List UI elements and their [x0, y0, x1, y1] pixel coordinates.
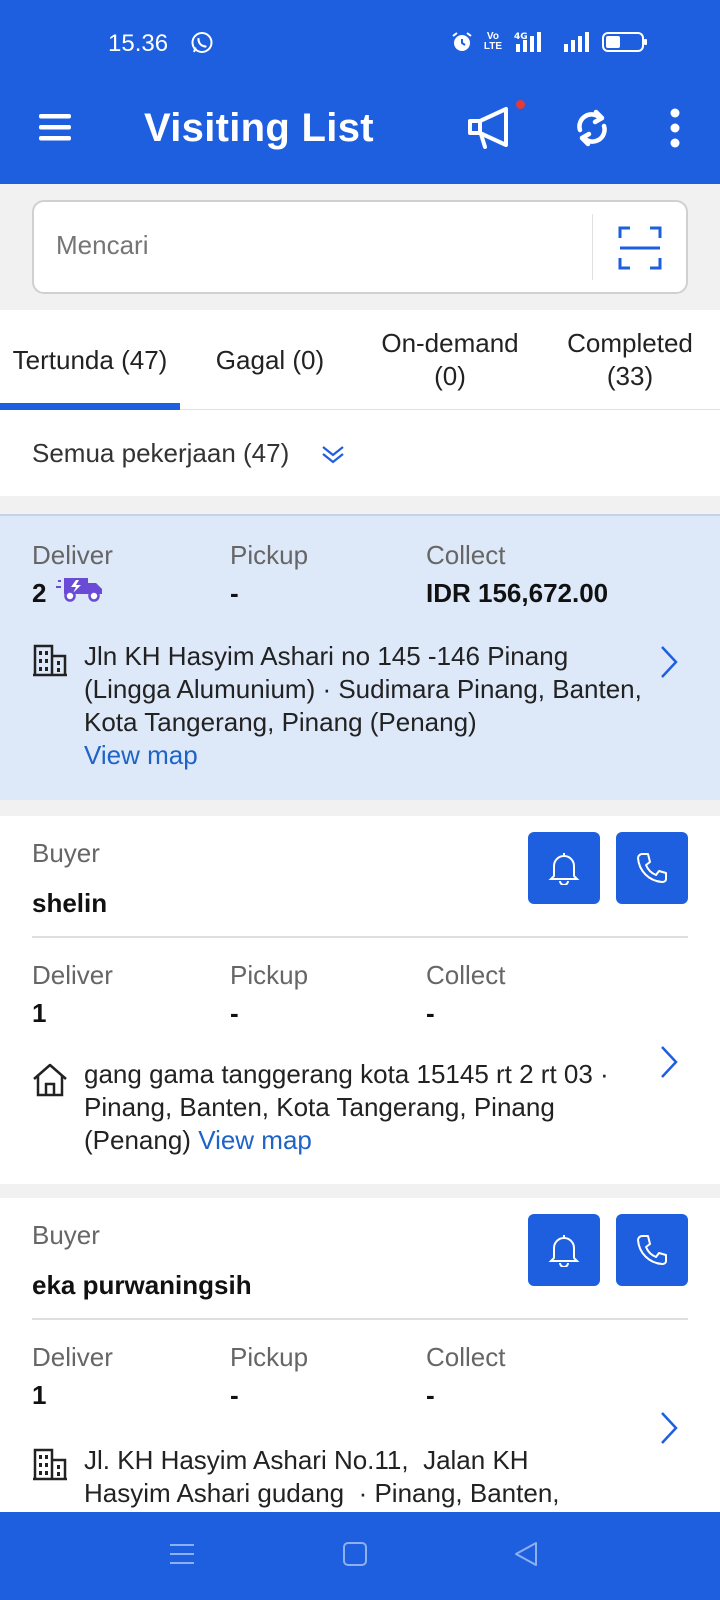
collect-amount: IDR 156,672.00: [426, 578, 609, 608]
more-options-icon[interactable]: [664, 108, 686, 148]
hamburger-menu-icon[interactable]: [38, 110, 72, 144]
whatsapp-icon: [191, 32, 213, 53]
alarm-icon: [452, 32, 472, 51]
pickup-count: -: [230, 998, 239, 1028]
signal-icon: [564, 32, 589, 52]
megaphone-icon[interactable]: [466, 104, 518, 152]
tab-tertunda[interactable]: Tertunda (47): [0, 310, 180, 410]
bell-icon: [548, 1235, 580, 1267]
call-button[interactable]: [616, 832, 688, 904]
collect-label: Collect: [426, 1342, 506, 1372]
building-icon: [33, 644, 67, 677]
buyer-name: eka purwaningsih: [32, 1270, 252, 1300]
pickup-label: Pickup: [230, 540, 309, 570]
status-time: 15.36: [108, 30, 169, 57]
tab-label-line1: On-demand: [381, 328, 519, 358]
home-icon: [33, 1063, 67, 1097]
deliver-label: Deliver: [32, 1342, 113, 1372]
address-value: gang gama tanggerang kota 15145 rt 2 rt …: [84, 1059, 609, 1155]
battery-icon: [602, 32, 647, 52]
sync-icon[interactable]: [572, 108, 612, 148]
signal-4g-icon: 4G: [514, 32, 541, 52]
collect-label: Collect: [426, 540, 506, 570]
volte-indicator: Vo LTE: [483, 31, 502, 52]
pickup-count: -: [230, 578, 239, 608]
tab-label-line1: Completed: [567, 328, 693, 358]
address-text: Jl. KH Hasyim Ashari No.11, Jalan KH Has…: [84, 1444, 644, 1510]
bell-icon: [548, 853, 580, 885]
notify-button[interactable]: [528, 1214, 600, 1286]
tab-bar: Tertunda (47) Gagal (0) On-demand (0) Co…: [0, 310, 720, 410]
tab-label: On-demand (0): [381, 327, 518, 393]
search-divider: [592, 214, 593, 280]
search-box: [32, 200, 688, 294]
collect-amount: -: [426, 1380, 435, 1410]
visit-card[interactable]: Buyer shelin Deliver Pickup Collect 1 - …: [0, 816, 720, 1184]
tab-label: Gagal (0): [215, 344, 325, 375]
home-nav-icon[interactable]: [342, 1540, 368, 1568]
building-icon: [33, 1448, 67, 1481]
system-navigation-bar: [0, 1512, 720, 1600]
back-icon[interactable]: [512, 1540, 540, 1568]
address-line: Jl. KH Hasyim Ashari No.11, Jalan KH: [84, 1445, 529, 1475]
pickup-label: Pickup: [230, 960, 309, 990]
filter-label: Semua pekerjaan (47): [32, 438, 290, 468]
scan-icon[interactable]: [618, 226, 662, 270]
active-tab-indicator: [0, 403, 180, 410]
phone-icon: [637, 853, 667, 883]
deliver-label: Deliver: [32, 540, 113, 570]
collect-label: Collect: [426, 960, 506, 990]
deliver-count: 1: [32, 1380, 47, 1410]
buyer-label: Buyer: [32, 838, 100, 868]
phone-icon: [637, 1235, 667, 1265]
tab-label: Completed (33): [567, 327, 693, 393]
pickup-label: Pickup: [230, 1342, 309, 1372]
tab-on-demand[interactable]: On-demand (0): [360, 310, 540, 410]
deliver-count: 1: [32, 998, 47, 1028]
chevron-right-icon[interactable]: [658, 644, 680, 680]
search-input[interactable]: [56, 230, 556, 261]
collect-amount: -: [426, 998, 435, 1028]
view-map-link[interactable]: View map: [84, 740, 198, 770]
tab-gagal[interactable]: Gagal (0): [180, 310, 360, 410]
pickup-count: -: [230, 1380, 239, 1410]
recent-apps-icon[interactable]: [168, 1540, 196, 1568]
view-map-link[interactable]: View map: [198, 1125, 312, 1155]
double-chevron-down-icon: [322, 446, 344, 464]
address-line: Hasyim Ashari gudang · Pinang, Banten,: [84, 1478, 560, 1508]
card-divider: [32, 936, 688, 938]
address-text: gang gama tanggerang kota 15145 rt 2 rt …: [84, 1058, 644, 1157]
address-text: Jln KH Hasyim Ashari no 145 -146 Pinang …: [84, 640, 644, 772]
visit-card[interactable]: Buyer eka purwaningsih Deliver Pickup Co…: [0, 1198, 720, 1512]
notification-dot: [516, 100, 525, 109]
chevron-right-icon[interactable]: [658, 1044, 680, 1080]
job-filter-dropdown[interactable]: Semua pekerjaan (47): [0, 410, 720, 496]
search-area: [0, 184, 720, 310]
buyer-name: shelin: [32, 888, 108, 918]
status-icons: Vo LTE 4G: [450, 30, 648, 54]
page-title: Visiting List: [144, 106, 374, 150]
notify-button[interactable]: [528, 832, 600, 904]
address-value: Jln KH Hasyim Ashari no 145 -146 Pinang …: [84, 641, 642, 737]
call-button[interactable]: [616, 1214, 688, 1286]
tab-label: Tertunda (47): [12, 344, 168, 375]
deliver-count: 2: [32, 578, 47, 608]
deliver-label: Deliver: [32, 960, 113, 990]
app-header: 15.36 Vo LTE 4G Visiting List: [0, 0, 720, 184]
card-divider: [32, 1318, 688, 1320]
tab-label-line2: (33): [606, 361, 654, 391]
express-truck-icon: [56, 578, 102, 602]
visit-card[interactable]: Deliver Pickup Collect 2 - IDR 156,672.0…: [0, 514, 720, 800]
tab-label-line2: (0): [434, 361, 466, 391]
buyer-label: Buyer: [32, 1220, 100, 1250]
tab-completed[interactable]: Completed (33): [540, 310, 720, 410]
chevron-right-icon[interactable]: [658, 1410, 680, 1446]
